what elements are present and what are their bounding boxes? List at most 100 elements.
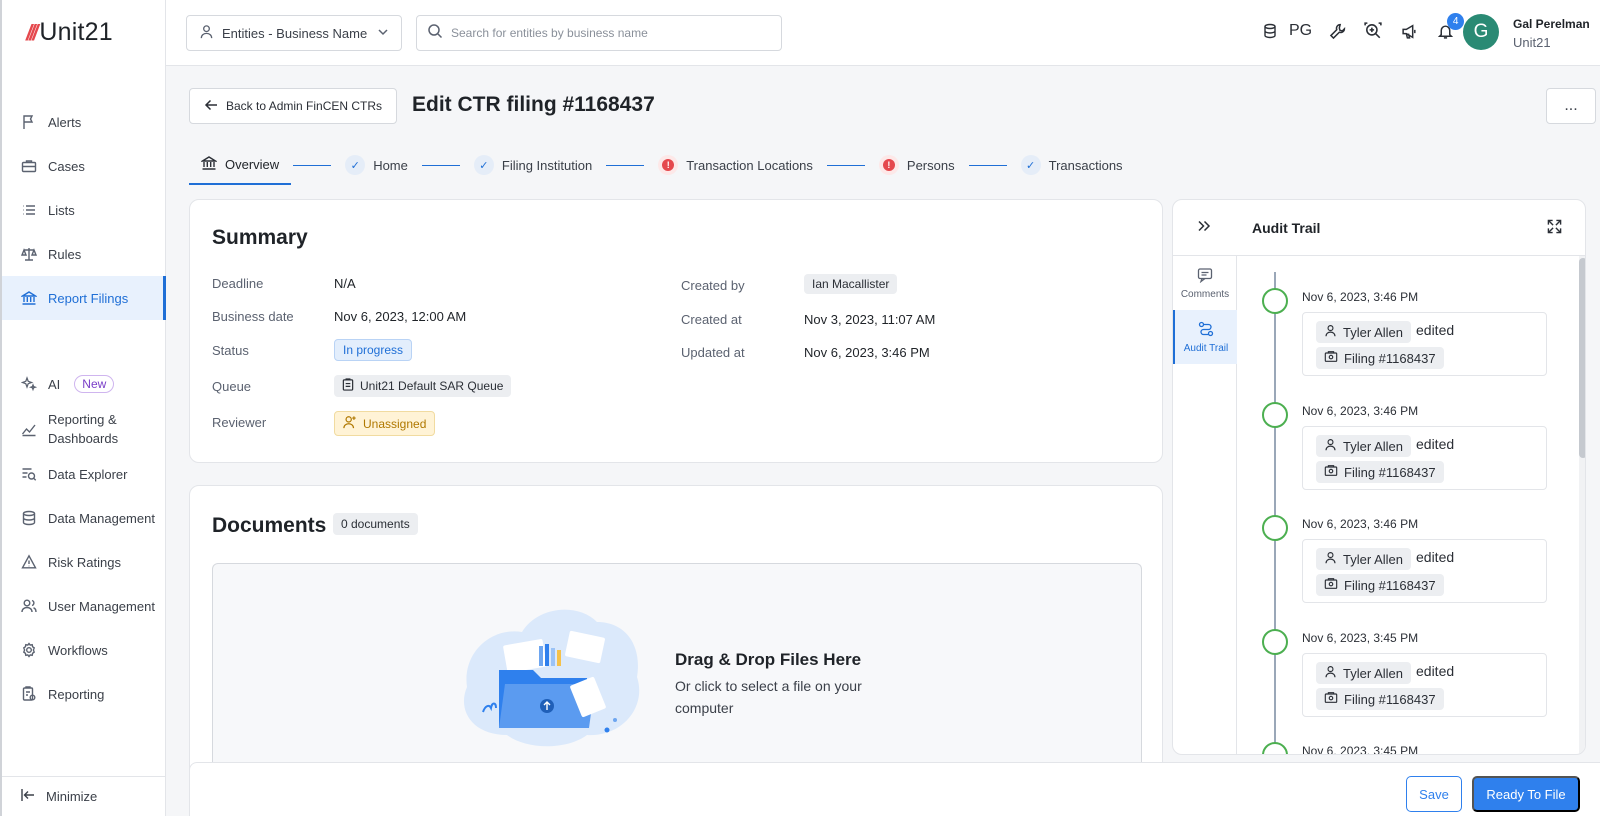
- megaphone-icon[interactable]: [1398, 20, 1420, 42]
- business-date-value: Nov 6, 2023, 12:00 AM: [334, 309, 467, 324]
- queue-chip[interactable]: Unit21 Default SAR Queue: [334, 375, 512, 397]
- unit21-logo[interactable]: /// Unit21: [26, 18, 113, 47]
- step-overview[interactable]: Overview: [189, 145, 292, 185]
- sidebar-item-reporting[interactable]: Reporting: [2, 672, 166, 716]
- more-options-button[interactable]: ...: [1546, 88, 1596, 124]
- user-icon: [199, 24, 214, 42]
- reviewer-chip[interactable]: Unassigned: [334, 411, 436, 436]
- summary-card: Summary Deadline N/A Business date Nov 6…: [189, 199, 1163, 463]
- audit-target-chip[interactable]: Filing #1168437: [1316, 461, 1444, 483]
- scroll-thumb[interactable]: [1579, 258, 1585, 458]
- audit-tabs: Comments Audit Trail: [1173, 256, 1237, 754]
- updated-at-value: Nov 6, 2023, 3:46 PM: [804, 345, 930, 360]
- step-connector: [968, 164, 1007, 166]
- audit-target: Filing #1168437: [1344, 464, 1436, 480]
- audit-scrollbar[interactable]: [1579, 256, 1585, 754]
- search-input[interactable]: [451, 26, 761, 40]
- sidebar-item-data-explorer[interactable]: Data Explorer: [2, 452, 166, 496]
- step-transactions[interactable]: ✓ Transactions: [1009, 145, 1135, 185]
- database-icon[interactable]: [1259, 20, 1281, 42]
- tab-comments[interactable]: Comments: [1173, 256, 1237, 310]
- status-badge[interactable]: In progress: [334, 339, 413, 361]
- step-home[interactable]: ✓ Home: [333, 145, 420, 185]
- sidebar-item-lists[interactable]: Lists: [2, 188, 166, 232]
- business-date-label: Business date: [212, 309, 294, 324]
- chevron-down-icon: [377, 26, 389, 41]
- audit-user-name: Tyler Allen: [1343, 438, 1403, 454]
- sidebar-item-alerts[interactable]: Alerts: [2, 100, 166, 144]
- audit-user-chip[interactable]: Tyler Allen: [1316, 321, 1411, 343]
- database-icon: [20, 509, 38, 527]
- step-label: Transactions: [1048, 157, 1123, 173]
- queue-label: Queue: [212, 379, 252, 394]
- status-value: In progress: [343, 343, 404, 357]
- sidebar-item-risk-ratings[interactable]: Risk Ratings: [2, 540, 166, 584]
- filing-stepper: Overview ✓ Home ✓ Filing Institution ! T…: [189, 145, 1135, 185]
- sidebar-item-reporting-dashboards[interactable]: Reporting & Dashboards: [2, 406, 166, 452]
- sidebar-item-label: Rules: [48, 246, 82, 262]
- sidebar-item-cases[interactable]: Cases: [2, 144, 166, 188]
- zoom-search-icon[interactable]: [1362, 20, 1384, 42]
- audit-user-chip[interactable]: Tyler Allen: [1316, 548, 1411, 570]
- back-button[interactable]: Back to Admin FinCEN CTRs: [189, 88, 398, 124]
- user-icon: [1324, 324, 1337, 340]
- sidebar-item-user-management[interactable]: User Management: [2, 584, 166, 628]
- sidebar-item-label: Data Management: [48, 510, 155, 526]
- search-box[interactable]: [416, 15, 782, 51]
- updated-at-label: Updated at: [681, 345, 745, 360]
- audit-entry-time: Nov 6, 2023, 3:46 PM: [1302, 404, 1419, 418]
- check-icon: ✓: [345, 155, 366, 175]
- created-at-label: Created at: [681, 312, 742, 327]
- audit-target-chip[interactable]: Filing #1168437: [1316, 688, 1444, 710]
- org-code[interactable]: PG: [1289, 22, 1312, 40]
- audit-target-chip[interactable]: Filing #1168437: [1316, 347, 1444, 369]
- sidebar-item-report-filings[interactable]: Report Filings: [2, 276, 166, 320]
- sidebar-item-label: Reporting: [48, 686, 105, 702]
- route-icon: [1198, 321, 1214, 340]
- folder-illustration-icon: [463, 609, 640, 747]
- tab-audit-trail[interactable]: Audit Trail: [1173, 310, 1237, 364]
- avatar[interactable]: G: [1463, 14, 1499, 50]
- queue-value: Unit21 Default SAR Queue: [360, 379, 504, 393]
- bell-icon[interactable]: 4: [1434, 13, 1465, 42]
- step-persons[interactable]: ! Persons: [867, 145, 967, 185]
- audit-user-name: Tyler Allen: [1343, 324, 1403, 340]
- audit-action: edited: [1416, 663, 1455, 679]
- audit-entry-card: Tyler Allen edited Filing #1168437: [1302, 653, 1547, 717]
- save-button[interactable]: Save: [1406, 776, 1462, 812]
- step-transaction-locations[interactable]: ! Transaction Locations: [646, 145, 825, 185]
- arrow-left-icon: [204, 98, 218, 115]
- deadline-label: Deadline: [212, 276, 264, 291]
- file-dropzone[interactable]: Drag & Drop Files Here Or click to selec…: [212, 563, 1142, 778]
- entity-select-value: Entities - Business Name: [222, 25, 368, 41]
- minimize-button[interactable]: Minimize: [2, 776, 166, 816]
- double-chevron-right-icon[interactable]: [1197, 219, 1211, 238]
- action-footer: [189, 762, 1600, 816]
- timeline-dot: [1262, 515, 1288, 541]
- step-label: Transaction Locations: [686, 157, 813, 173]
- wrench-icon[interactable]: [1326, 20, 1348, 42]
- ready-to-file-button[interactable]: Ready To File: [1472, 776, 1580, 812]
- created-by-chip[interactable]: Ian Macallister: [804, 274, 898, 294]
- notification-count: 4: [1447, 13, 1465, 30]
- check-icon: ✓: [473, 155, 494, 175]
- sidebar-item-label: User Management: [48, 598, 155, 614]
- step-connector: [421, 164, 460, 166]
- sidebar-item-ai[interactable]: AI New: [2, 362, 166, 406]
- sidebar-item-rules[interactable]: Rules: [2, 232, 166, 276]
- user-org: Unit21: [1513, 35, 1551, 50]
- audit-target-chip[interactable]: Filing #1168437: [1316, 574, 1444, 596]
- step-filing-institution[interactable]: ✓ Filing Institution: [462, 145, 604, 185]
- audit-user-chip[interactable]: Tyler Allen: [1316, 662, 1411, 684]
- sidebar-item-data-management[interactable]: Data Management: [2, 496, 166, 540]
- audit-user-chip[interactable]: Tyler Allen: [1316, 435, 1411, 457]
- user-menu[interactable]: Gal Perelman Unit21: [1513, 15, 1590, 53]
- status-label: Status: [212, 343, 249, 358]
- sidebar-item-label: Lists: [48, 202, 75, 218]
- sidebar-item-workflows[interactable]: Workflows: [2, 628, 166, 672]
- audit-entry-card: Tyler Allen edited Filing #1168437: [1302, 312, 1547, 376]
- entity-type-select[interactable]: Entities - Business Name: [186, 15, 402, 51]
- user-icon: [1324, 551, 1337, 567]
- audit-entry-card: Tyler Allen edited Filing #1168437: [1302, 539, 1547, 603]
- expand-icon[interactable]: [1547, 219, 1562, 239]
